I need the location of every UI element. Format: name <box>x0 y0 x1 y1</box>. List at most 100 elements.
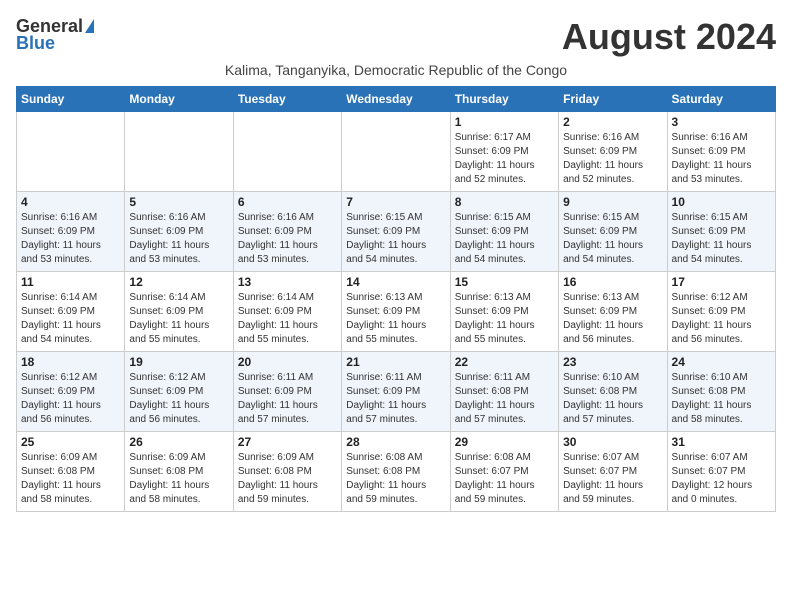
table-row: 30Sunrise: 6:07 AMSunset: 6:07 PMDayligh… <box>559 432 667 512</box>
table-row: 23 Sunrise: 6:10 AMSunset: 6:08 PMDayligh… <box>559 352 667 432</box>
day-info: Sunrise: 6:12 AMSunset: 6:09 PMDaylight:… <box>672 291 771 347</box>
table-row: 29Sunrise: 6:08 AMSunset: 6:07 PMDayligh… <box>450 432 558 512</box>
day-info: Sunrise: 6:09 AMSunset: 6:08 PMDaylight:… <box>129 451 228 507</box>
table-row: 1Sunrise: 6:17 AMSunset: 6:09 PMDaylight… <box>450 112 558 192</box>
table-row: 22 Sunrise: 6:11 AMSunset: 6:08 PMDayligh… <box>450 352 558 432</box>
table-row: 27 Sunrise: 6:09 AMSunset: 6:08 PMDayligh… <box>233 432 341 512</box>
col-monday: Monday <box>125 87 233 112</box>
day-info: Sunrise: 6:10 AMSunset: 6:08 PMDaylight:… <box>563 371 662 427</box>
table-row: 10 Sunrise: 6:15 AMSunset: 6:09 PMDayligh… <box>667 192 775 272</box>
day-number: 9 <box>563 195 662 209</box>
day-number: 15 <box>455 275 554 289</box>
table-row: 7Sunrise: 6:15 AMSunset: 6:09 PMDaylight… <box>342 192 450 272</box>
table-row: 20 Sunrise: 6:11 AMSunset: 6:09 PMDayligh… <box>233 352 341 432</box>
day-info: Sunrise: 6:11 AMSunset: 6:09 PMDaylight:… <box>346 371 445 427</box>
day-number: 29 <box>455 435 554 449</box>
day-info: Sunrise: 6:16 AMSunset: 6:09 PMDaylight:… <box>21 211 120 267</box>
table-row: 8Sunrise: 6:15 AMSunset: 6:09 PMDaylight… <box>450 192 558 272</box>
col-thursday: Thursday <box>450 87 558 112</box>
calendar-header-row: Sunday Monday Tuesday Wednesday Thursday… <box>17 87 776 112</box>
day-info: Sunrise: 6:16 AMSunset: 6:09 PMDaylight:… <box>238 211 337 267</box>
col-sunday: Sunday <box>17 87 125 112</box>
table-row <box>17 112 125 192</box>
day-info: Sunrise: 6:12 AMSunset: 6:09 PMDaylight:… <box>129 371 228 427</box>
day-number: 21 <box>346 355 445 369</box>
day-number: 13 <box>238 275 337 289</box>
day-number: 14 <box>346 275 445 289</box>
page-header: General Blue August 2024 <box>16 16 776 58</box>
table-row: 13 Sunrise: 6:14 AMSunset: 6:09 PMDayligh… <box>233 272 341 352</box>
day-info: Sunrise: 6:08 AMSunset: 6:08 PMDaylight:… <box>346 451 445 507</box>
day-number: 18 <box>21 355 120 369</box>
month-title: August 2024 <box>562 16 776 58</box>
col-saturday: Saturday <box>667 87 775 112</box>
day-number: 25 <box>21 435 120 449</box>
calendar-week-row: 11 Sunrise: 6:14 AMSunset: 6:09 PMDayligh… <box>17 272 776 352</box>
table-row: 25Sunrise: 6:09 AMSunset: 6:08 PMDayligh… <box>17 432 125 512</box>
day-info: Sunrise: 6:15 AMSunset: 6:09 PMDaylight:… <box>672 211 771 267</box>
day-number: 1 <box>455 115 554 129</box>
table-row: 17Sunrise: 6:12 AMSunset: 6:09 PMDayligh… <box>667 272 775 352</box>
calendar-week-row: 25 Sunrise: 6:09 AMSunset: 6:08 PMDayligh… <box>17 432 776 512</box>
day-info: Sunrise: 6:09 AMSunset: 6:08 PMDaylight:… <box>238 451 337 507</box>
day-number: 2 <box>563 115 662 129</box>
day-info: Sunrise: 6:10 AMSunset: 6:08 PMDaylight:… <box>672 371 771 427</box>
table-row: 31 Sunrise: 6:07 AMSunset: 6:07 PMDayligh… <box>667 432 775 512</box>
day-number: 7 <box>346 195 445 209</box>
table-row <box>125 112 233 192</box>
day-info: Sunrise: 6:13 AMSunset: 6:09 PMDaylight:… <box>346 291 445 347</box>
day-number: 22 <box>455 355 554 369</box>
day-info: Sunrise: 6:12 AMSunset: 6:09 PMDaylight:… <box>21 371 120 427</box>
calendar-week-row: 4 Sunrise: 6:16 AMSunset: 6:09 PMDaylight… <box>17 192 776 272</box>
day-info: Sunrise: 6:11 AMSunset: 6:08 PMDaylight:… <box>455 371 554 427</box>
col-tuesday: Tuesday <box>233 87 341 112</box>
table-row: 6Sunrise: 6:16 AMSunset: 6:09 PMDaylight… <box>233 192 341 272</box>
day-info: Sunrise: 6:14 AMSunset: 6:09 PMDaylight:… <box>21 291 120 347</box>
day-number: 19 <box>129 355 228 369</box>
day-number: 30 <box>563 435 662 449</box>
day-info: Sunrise: 6:15 AMSunset: 6:09 PMDaylight:… <box>563 211 662 267</box>
day-number: 31 <box>672 435 771 449</box>
table-row: 11 Sunrise: 6:14 AMSunset: 6:09 PMDayligh… <box>17 272 125 352</box>
table-row: 12Sunrise: 6:14 AMSunset: 6:09 PMDayligh… <box>125 272 233 352</box>
day-info: Sunrise: 6:15 AMSunset: 6:09 PMDaylight:… <box>455 211 554 267</box>
calendar-week-row: 18 Sunrise: 6:12 AMSunset: 6:09 PMDayligh… <box>17 352 776 432</box>
day-info: Sunrise: 6:16 AMSunset: 6:09 PMDaylight:… <box>563 131 662 187</box>
table-row: 4 Sunrise: 6:16 AMSunset: 6:09 PMDaylight… <box>17 192 125 272</box>
calendar-table: Sunday Monday Tuesday Wednesday Thursday… <box>16 86 776 512</box>
day-number: 11 <box>21 275 120 289</box>
table-row: 9 Sunrise: 6:15 AMSunset: 6:09 PMDaylight… <box>559 192 667 272</box>
table-row: 3 Sunrise: 6:16 AMSunset: 6:09 PMDaylight… <box>667 112 775 192</box>
table-row: 15 Sunrise: 6:13 AMSunset: 6:09 PMDayligh… <box>450 272 558 352</box>
day-number: 24 <box>672 355 771 369</box>
day-number: 10 <box>672 195 771 209</box>
table-row <box>233 112 341 192</box>
table-row: 21 Sunrise: 6:11 AMSunset: 6:09 PMDayligh… <box>342 352 450 432</box>
col-wednesday: Wednesday <box>342 87 450 112</box>
table-row: 2 Sunrise: 6:16 AMSunset: 6:09 PMDaylight… <box>559 112 667 192</box>
table-row: 26Sunrise: 6:09 AMSunset: 6:08 PMDayligh… <box>125 432 233 512</box>
day-number: 4 <box>21 195 120 209</box>
day-info: Sunrise: 6:07 AMSunset: 6:07 PMDaylight:… <box>672 451 771 507</box>
day-info: Sunrise: 6:16 AMSunset: 6:09 PMDaylight:… <box>672 131 771 187</box>
day-info: Sunrise: 6:16 AMSunset: 6:09 PMDaylight:… <box>129 211 228 267</box>
day-number: 5 <box>129 195 228 209</box>
day-info: Sunrise: 6:13 AMSunset: 6:09 PMDaylight:… <box>563 291 662 347</box>
table-row: 19 Sunrise: 6:12 AMSunset: 6:09 PMDayligh… <box>125 352 233 432</box>
day-number: 3 <box>672 115 771 129</box>
table-row: 28 Sunrise: 6:08 AMSunset: 6:08 PMDayligh… <box>342 432 450 512</box>
table-row: 14 Sunrise: 6:13 AMSunset: 6:09 PMDayligh… <box>342 272 450 352</box>
day-number: 27 <box>238 435 337 449</box>
day-number: 20 <box>238 355 337 369</box>
table-row: 16 Sunrise: 6:13 AMSunset: 6:09 PMDayligh… <box>559 272 667 352</box>
table-row: 18 Sunrise: 6:12 AMSunset: 6:09 PMDayligh… <box>17 352 125 432</box>
day-number: 16 <box>563 275 662 289</box>
day-info: Sunrise: 6:13 AMSunset: 6:09 PMDaylight:… <box>455 291 554 347</box>
day-number: 23 <box>563 355 662 369</box>
col-friday: Friday <box>559 87 667 112</box>
day-number: 12 <box>129 275 228 289</box>
calendar-subtitle: Kalima, Tanganyika, Democratic Republic … <box>16 62 776 78</box>
day-info: Sunrise: 6:11 AMSunset: 6:09 PMDaylight:… <box>238 371 337 427</box>
day-number: 28 <box>346 435 445 449</box>
day-info: Sunrise: 6:14 AMSunset: 6:09 PMDaylight:… <box>238 291 337 347</box>
